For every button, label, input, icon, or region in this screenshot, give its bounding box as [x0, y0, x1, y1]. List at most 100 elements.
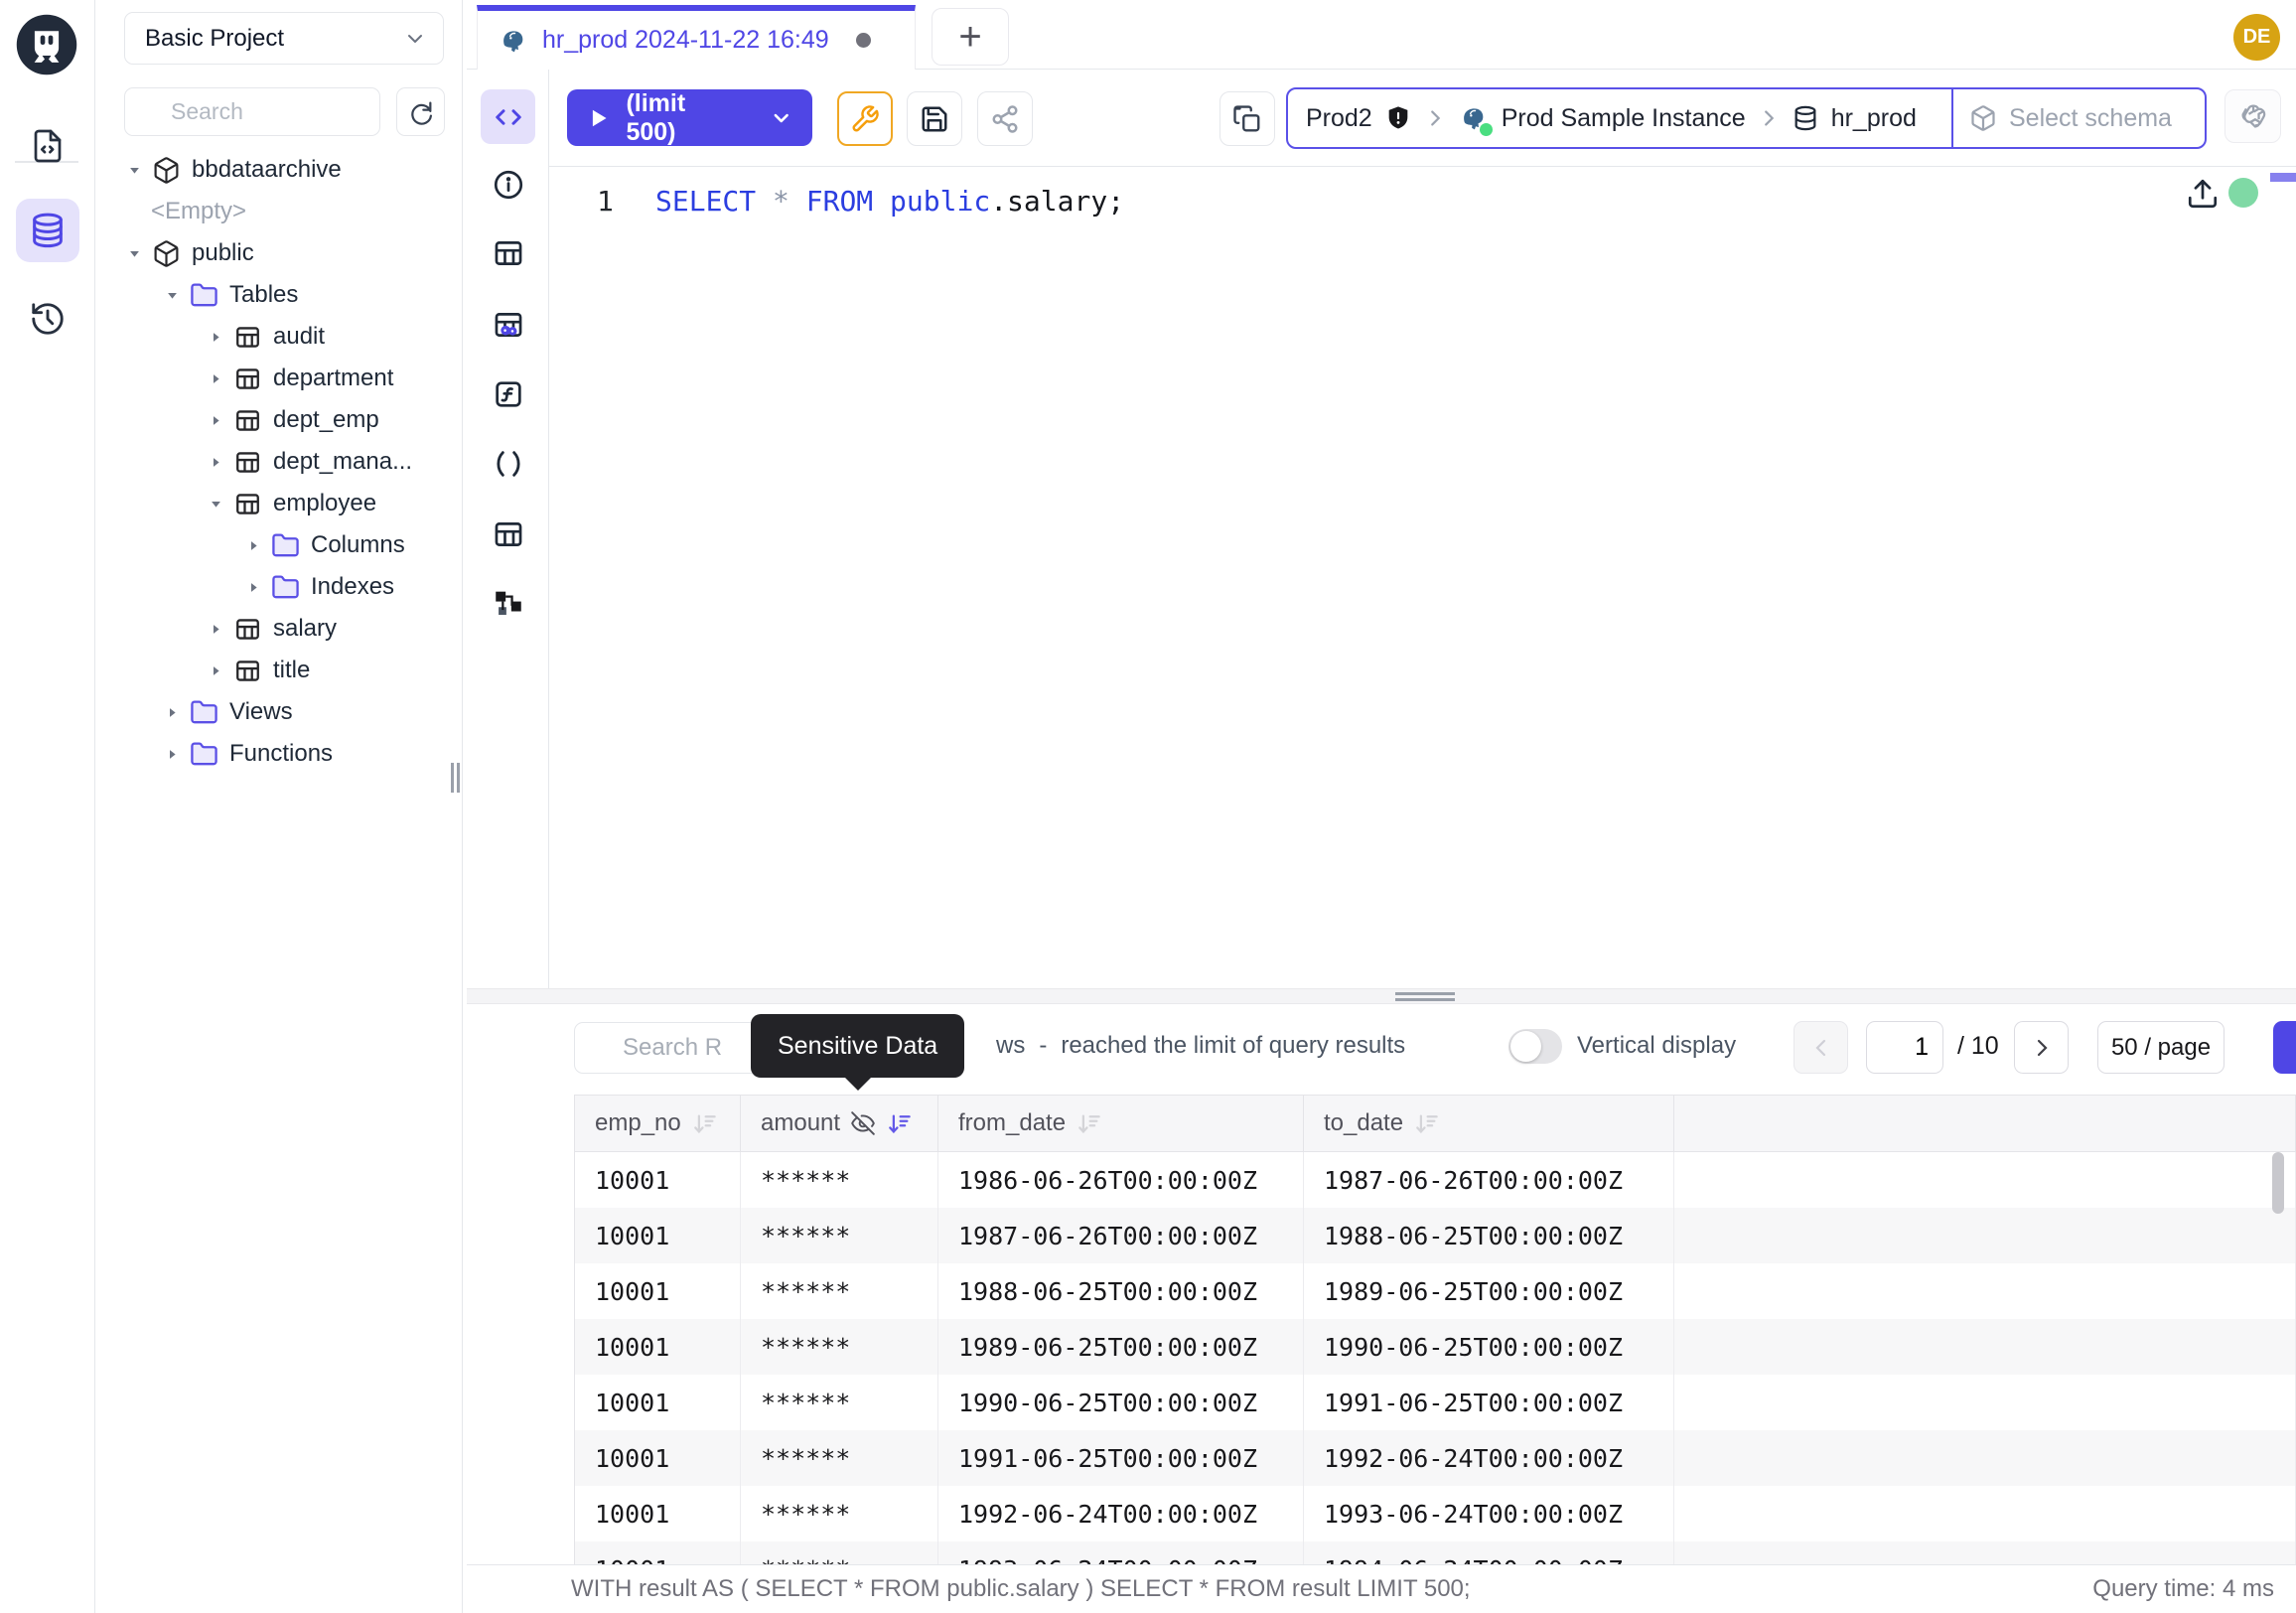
caret-right-icon[interactable] — [206, 330, 225, 345]
app-logo — [14, 12, 79, 77]
tree-item-columns[interactable]: Columns — [95, 524, 462, 566]
avatar[interactable]: DE — [2233, 14, 2280, 61]
connection-context[interactable]: Prod2 Prod Sample Instance hr_prod — [1288, 89, 1951, 147]
sort-active-icon[interactable] — [886, 1110, 913, 1137]
tree-item-functions[interactable]: Functions — [95, 733, 462, 775]
sidebar-search-input[interactable] — [124, 87, 380, 136]
tree-item-views[interactable]: Views — [95, 691, 462, 733]
export-button[interactable] — [2273, 1021, 2296, 1074]
query-settings-button[interactable] — [837, 91, 893, 146]
project-selector[interactable]: Basic Project — [124, 12, 444, 65]
ai-assistant-button[interactable] — [2224, 89, 2281, 143]
upload-sheet-icon[interactable] — [2186, 177, 2220, 211]
next-page-button[interactable] — [2014, 1021, 2069, 1074]
sql-editor[interactable]: 1 SELECT * FROM public.salary; — [549, 167, 2296, 988]
postgresql-icon — [498, 25, 529, 57]
caret-right-icon[interactable] — [206, 413, 225, 428]
cell: 1986-06-26T00:00:00Z — [938, 1152, 1304, 1208]
run-label: (limit 500) — [626, 89, 739, 147]
column-header-from_date[interactable]: from_date — [938, 1096, 1304, 1152]
caret-right-icon[interactable] — [243, 538, 263, 553]
sort-icon[interactable] — [691, 1110, 718, 1137]
history-icon[interactable] — [16, 287, 79, 351]
sort-icon[interactable] — [1413, 1110, 1440, 1137]
functions-icon[interactable] — [491, 376, 526, 412]
schema-diagram-icon[interactable] — [491, 585, 526, 621]
splitter-handle-icon — [1395, 992, 1455, 1004]
panel-splitter[interactable] — [467, 988, 2296, 1004]
tables-icon[interactable] — [491, 235, 526, 271]
new-tab-button[interactable]: + — [932, 8, 1009, 66]
share-icon — [990, 104, 1020, 134]
code-panel-icon[interactable] — [481, 89, 535, 144]
caret-down-icon[interactable] — [206, 497, 225, 512]
caret-right-icon[interactable] — [162, 747, 182, 762]
tree-item-indexes[interactable]: Indexes — [95, 566, 462, 608]
tree-item-label: Tables — [229, 281, 298, 309]
tree-item--empty-[interactable]: <Empty> — [95, 191, 462, 232]
vertical-display-label: Vertical display — [1577, 1032, 1736, 1060]
tree-item-bbdataarchive[interactable]: bbdataarchive — [95, 149, 462, 191]
refresh-button[interactable] — [396, 87, 445, 136]
tree-item-label: title — [273, 657, 310, 684]
schema-selector[interactable]: Select schema — [1953, 89, 2205, 147]
cell — [1674, 1541, 2296, 1564]
share-button[interactable] — [977, 91, 1033, 146]
cell — [1674, 1375, 2296, 1430]
run-query-button[interactable]: (limit 500) — [567, 89, 812, 146]
caret-down-icon[interactable] — [124, 246, 144, 261]
table-icon — [233, 323, 263, 352]
tree-item-public[interactable]: public — [95, 232, 462, 274]
table-icon — [233, 490, 263, 518]
table-icon — [233, 657, 263, 685]
schema-placeholder: Select schema — [2009, 104, 2172, 133]
batch-query-button[interactable] — [1220, 91, 1275, 146]
tree-item-title[interactable]: title — [95, 650, 462, 691]
caret-right-icon[interactable] — [243, 580, 263, 595]
sidebar-resize-handle[interactable] — [451, 763, 460, 793]
tree-item-salary[interactable]: salary — [95, 608, 462, 650]
connection-breadcrumb[interactable]: Prod2 Prod Sample Instance hr_prod Selec… — [1286, 87, 2207, 149]
cell — [1674, 1430, 2296, 1486]
caret-right-icon[interactable] — [206, 455, 225, 470]
chevron-down-icon[interactable] — [770, 106, 792, 130]
folder-icon — [271, 573, 301, 602]
eye-off-icon[interactable] — [850, 1110, 876, 1136]
tree-item-tables[interactable]: Tables — [95, 274, 462, 316]
column-header-amount[interactable]: amount — [741, 1096, 938, 1152]
database-icon[interactable] — [16, 199, 79, 262]
page-number-input[interactable] — [1866, 1021, 1943, 1074]
external-tables-icon[interactable] — [491, 516, 526, 552]
tab-title: hr_prod 2024-11-22 16:49 — [542, 26, 829, 55]
procedures-icon[interactable] — [491, 446, 526, 482]
caret-right-icon[interactable] — [206, 663, 225, 678]
caret-right-icon[interactable] — [162, 705, 182, 720]
tree-item-label: dept_mana... — [273, 448, 412, 476]
tree-item-dept-emp[interactable]: dept_emp — [95, 399, 462, 441]
tree-item-dept-mana-[interactable]: dept_mana... — [95, 441, 462, 483]
tree-item-employee[interactable]: employee — [95, 483, 462, 524]
caret-right-icon[interactable] — [206, 622, 225, 637]
save-button[interactable] — [907, 91, 962, 146]
vertical-display-toggle[interactable] — [1508, 1029, 1562, 1064]
masked-tables-icon[interactable] — [491, 307, 526, 343]
page-size-select[interactable]: 50 / page — [2097, 1021, 2224, 1074]
cell: 10001 — [575, 1430, 741, 1486]
schema-cube-icon — [1969, 104, 1997, 132]
tree-item-audit[interactable]: audit — [95, 316, 462, 358]
column-header-to_date[interactable]: to_date — [1304, 1096, 1674, 1152]
column-header-emp_no[interactable]: emp_no — [575, 1096, 741, 1152]
prev-page-button[interactable] — [1794, 1021, 1848, 1074]
info-icon[interactable] — [491, 167, 526, 203]
table-scrollbar[interactable] — [2272, 1152, 2284, 1214]
caret-down-icon[interactable] — [162, 288, 182, 303]
folder-icon — [190, 740, 219, 769]
caret-down-icon[interactable] — [124, 163, 144, 178]
caret-right-icon[interactable] — [206, 371, 225, 386]
sort-icon[interactable] — [1076, 1110, 1102, 1137]
worksheet-icon[interactable] — [16, 114, 79, 178]
tab-hr-prod[interactable]: hr_prod 2024-11-22 16:49 — [477, 5, 916, 70]
table-row: 10001******1986-06-26T00:00:00Z1987-06-2… — [575, 1152, 2296, 1208]
tree-item-label: Views — [229, 698, 293, 726]
tree-item-department[interactable]: department — [95, 358, 462, 399]
